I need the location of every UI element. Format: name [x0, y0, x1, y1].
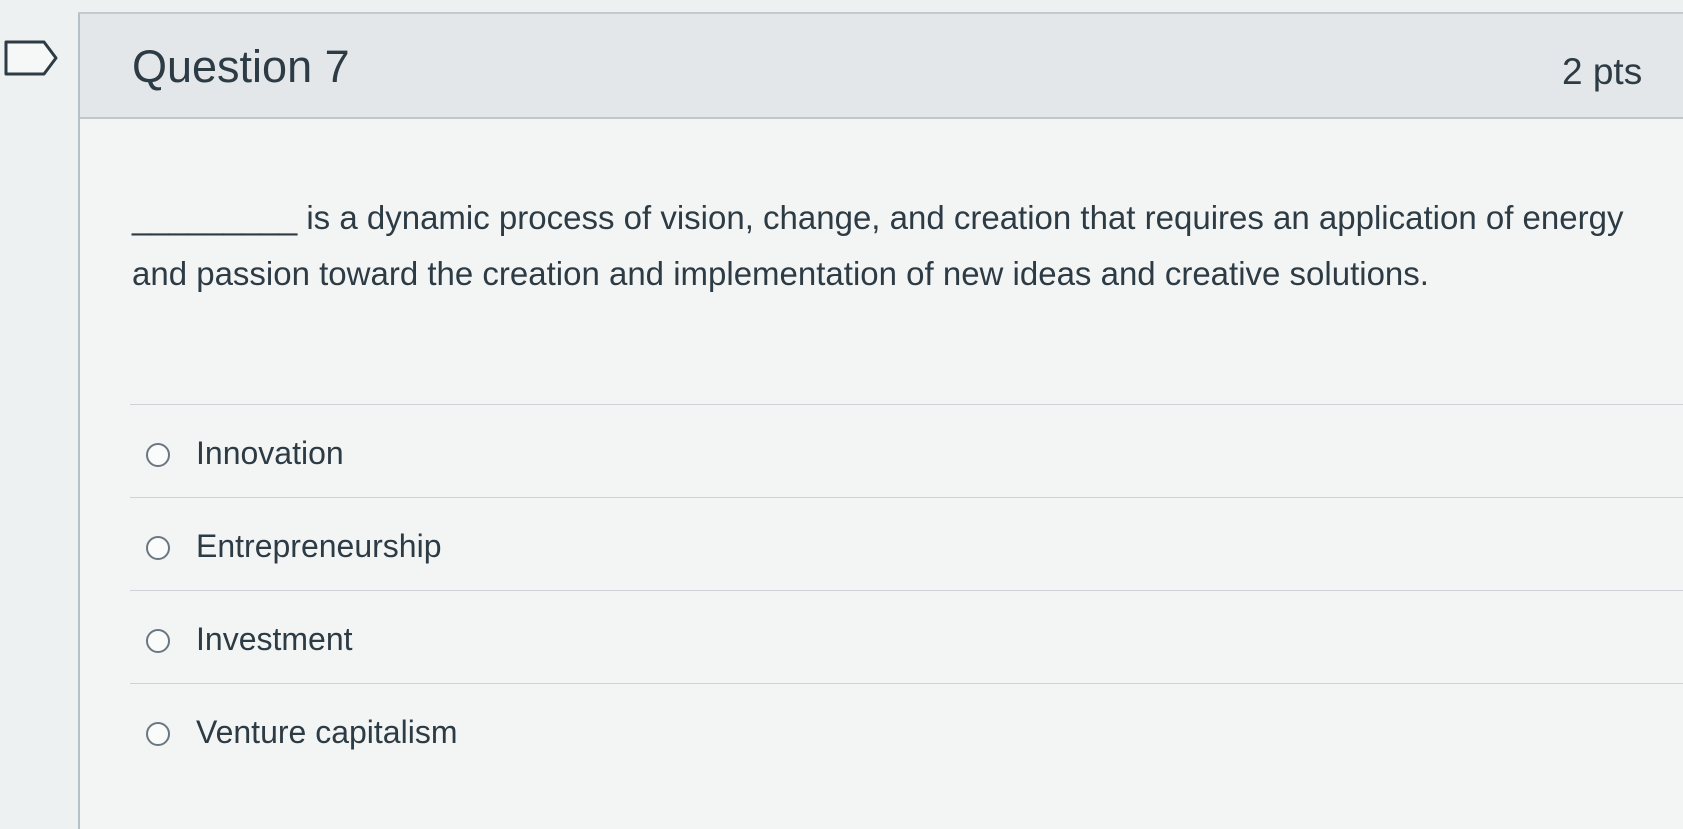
answer-list: Innovation Entrepreneurship Investment V…: [130, 404, 1683, 776]
question-title: Question 7: [132, 41, 350, 92]
answer-option-investment[interactable]: Investment: [130, 590, 1683, 683]
answer-label[interactable]: Entrepreneurship: [196, 526, 441, 566]
answer-label[interactable]: Venture capitalism: [196, 712, 457, 752]
question-text: _________ is a dynamic process of vision…: [132, 199, 1624, 292]
answer-option-entrepreneurship[interactable]: Entrepreneurship: [130, 497, 1683, 590]
question-points: 2 pts: [1562, 51, 1643, 92]
answer-label[interactable]: Innovation: [196, 433, 344, 473]
answer-option-innovation[interactable]: Innovation: [130, 404, 1683, 497]
question-header: Question 7 2 pts: [80, 14, 1683, 119]
flag-question-icon[interactable]: [4, 40, 60, 76]
radio-button[interactable]: [146, 443, 170, 467]
answer-label[interactable]: Investment: [196, 619, 353, 659]
quiz-page: Question 7 2 pts _________ is a dynamic …: [0, 0, 1683, 829]
radio-button[interactable]: [146, 629, 170, 653]
question-card: Question 7 2 pts _________ is a dynamic …: [78, 12, 1683, 829]
radio-button[interactable]: [146, 722, 170, 746]
radio-button[interactable]: [146, 536, 170, 560]
answer-option-venture-capitalism[interactable]: Venture capitalism: [130, 683, 1683, 776]
